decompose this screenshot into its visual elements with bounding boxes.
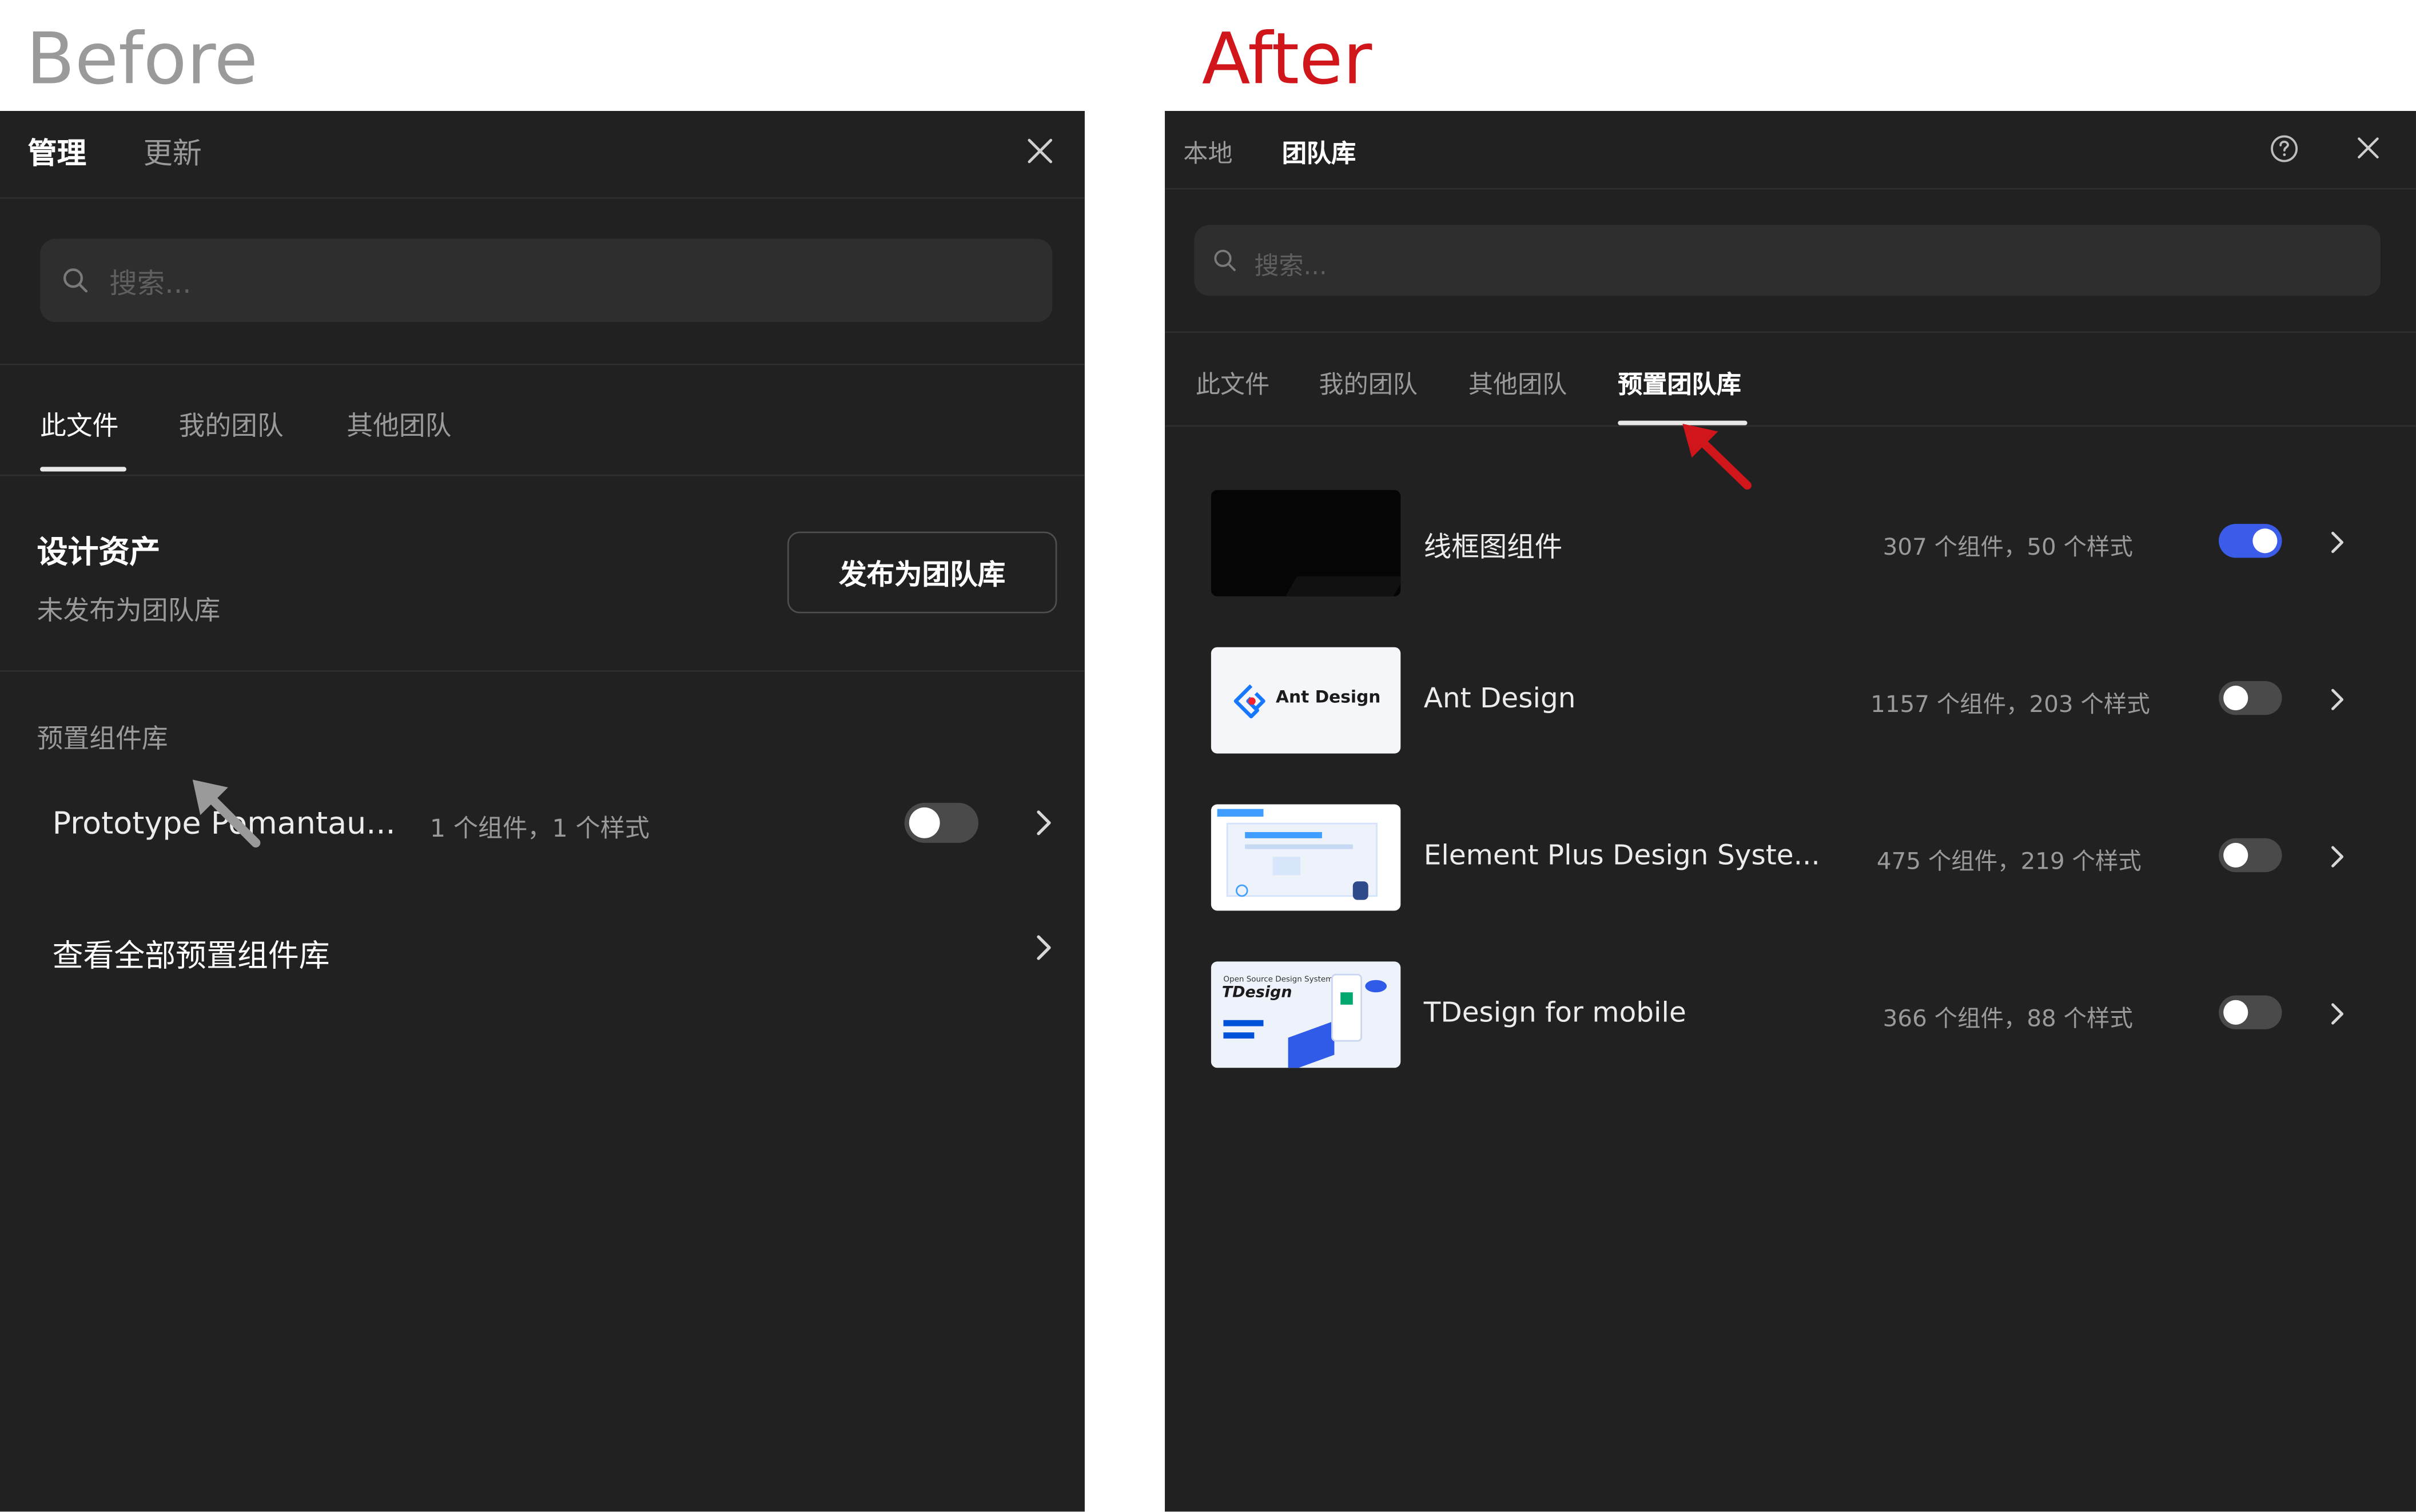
active-subtab-underline: [40, 467, 126, 472]
chevron-right-icon[interactable]: [1032, 809, 1054, 837]
subtab-my-teams[interactable]: 我的团队: [1319, 364, 1417, 401]
thumbnail-label: Ant Design: [1276, 687, 1381, 707]
library-name: TDesign for mobile: [1423, 997, 1686, 1029]
chevron-right-icon[interactable]: [2327, 843, 2349, 871]
chevron-right-icon[interactable]: [1032, 934, 1054, 962]
search-field[interactable]: 搜索...: [40, 238, 1053, 323]
ant-design-logo-icon: [1233, 684, 1265, 719]
tab-manage[interactable]: 管理: [28, 131, 86, 173]
search-placeholder: 搜索...: [1254, 251, 1327, 281]
toggle-knob: [2223, 1000, 2248, 1025]
assets-divider: [0, 670, 1085, 672]
subtab-divider: [0, 474, 1085, 476]
search-icon: [1214, 249, 1236, 272]
chevron-right-icon[interactable]: [2327, 686, 2349, 714]
after-heading: After: [1201, 17, 1372, 101]
comparison-canvas: Before After 管理 更新 搜索... 此文件 我的团队 其他团队 设…: [0, 0, 2416, 1512]
subtab-divider: [1165, 425, 2416, 427]
tab-local[interactable]: 本地: [1183, 133, 1232, 170]
publish-button-label: 发布为团队库: [839, 559, 1006, 592]
library-toggle[interactable]: [2219, 995, 2282, 1029]
before-panel: 管理 更新 搜索... 此文件 我的团队 其他团队 设计资产 未发布为团队库 发…: [0, 111, 1085, 1512]
library-meta: 1157 个组件，203 个样式: [1870, 690, 2150, 718]
search-icon: [63, 268, 88, 293]
library-row-tdesign[interactable]: Open Source Design System TDesign TDesig…: [1165, 937, 2416, 1091]
library-toggle[interactable]: [2219, 681, 2282, 715]
help-icon[interactable]: [2270, 134, 2299, 163]
library-meta: 366 个组件，88 个样式: [1882, 1004, 2133, 1033]
header-divider: [1165, 188, 2416, 190]
close-icon[interactable]: [2351, 131, 2385, 165]
toggle-knob: [909, 807, 940, 838]
library-thumbnail: [1211, 490, 1401, 596]
preset-library-toggle[interactable]: [904, 802, 979, 843]
subtab-preset-team-library[interactable]: 预置团队库: [1618, 364, 1741, 401]
search-field[interactable]: 搜索...: [1194, 225, 2381, 296]
preset-library-meta: 1 个组件，1 个样式: [429, 813, 650, 843]
search-placeholder: 搜索...: [109, 268, 192, 301]
library-toggle[interactable]: [2219, 524, 2282, 558]
preset-section-title: 预置组件库: [37, 724, 168, 755]
thumbnail-caption: Open Source Design System: [1223, 975, 1334, 985]
close-icon[interactable]: [1023, 134, 1057, 168]
search-divider: [0, 363, 1085, 365]
view-all-label: 查看全部预置组件库: [52, 937, 330, 974]
tab-updates[interactable]: 更新: [144, 131, 202, 173]
library-thumbnail: Ant Design: [1211, 647, 1401, 754]
subtab-my-teams[interactable]: 我的团队: [179, 404, 284, 442]
chevron-right-icon[interactable]: [2327, 528, 2349, 556]
tab-team-library[interactable]: 团队库: [1282, 133, 1356, 170]
publish-team-library-button[interactable]: 发布为团队库: [787, 531, 1057, 614]
annotation-arrow-icon: [192, 779, 261, 847]
library-thumbnail: [1211, 804, 1401, 911]
header-divider: [0, 197, 1085, 199]
thumbnail-label: TDesign: [1221, 984, 1292, 1002]
subtab-this-file[interactable]: 此文件: [40, 404, 118, 442]
library-meta: 475 个组件，219 个样式: [1876, 847, 2142, 876]
chevron-right-icon[interactable]: [2327, 1000, 2349, 1028]
library-row-element-plus[interactable]: Element Plus Design Syste... 475 个组件，219…: [1165, 779, 2416, 933]
toggle-knob: [2223, 686, 2248, 711]
search-divider: [1165, 331, 2416, 333]
after-panel: 本地 团队库 搜索... 此文件 我的团队 其他团队 预置团队库 线框图组件 3…: [1165, 111, 2416, 1512]
subtab-other-teams[interactable]: 其他团队: [1468, 364, 1567, 401]
toggle-knob: [2252, 528, 2278, 554]
preset-library-row[interactable]: Prototype Pomantau... 1 个组件，1 个样式: [0, 786, 1085, 863]
library-row-wireframe[interactable]: 线框图组件 307 个组件，50 个样式: [1165, 465, 2416, 619]
subtab-other-teams[interactable]: 其他团队: [347, 404, 451, 442]
view-all-preset-libraries-row[interactable]: 查看全部预置组件库: [0, 912, 1085, 989]
library-name: Element Plus Design Syste...: [1423, 839, 1820, 873]
design-assets-subtitle: 未发布为团队库: [37, 596, 221, 627]
design-assets-title: 设计资产: [37, 533, 161, 570]
library-thumbnail: Open Source Design System TDesign: [1211, 961, 1401, 1068]
library-toggle[interactable]: [2219, 838, 2282, 873]
library-meta: 307 个组件，50 个样式: [1882, 533, 2133, 561]
library-name: 线框图组件: [1423, 531, 1563, 564]
library-row-ant-design[interactable]: Ant Design Ant Design 1157 个组件，203 个样式: [1165, 623, 2416, 777]
library-name: Ant Design: [1423, 682, 1576, 715]
toggle-knob: [2223, 842, 2248, 868]
before-heading: Before: [26, 17, 258, 101]
subtab-this-file[interactable]: 此文件: [1196, 364, 1269, 401]
